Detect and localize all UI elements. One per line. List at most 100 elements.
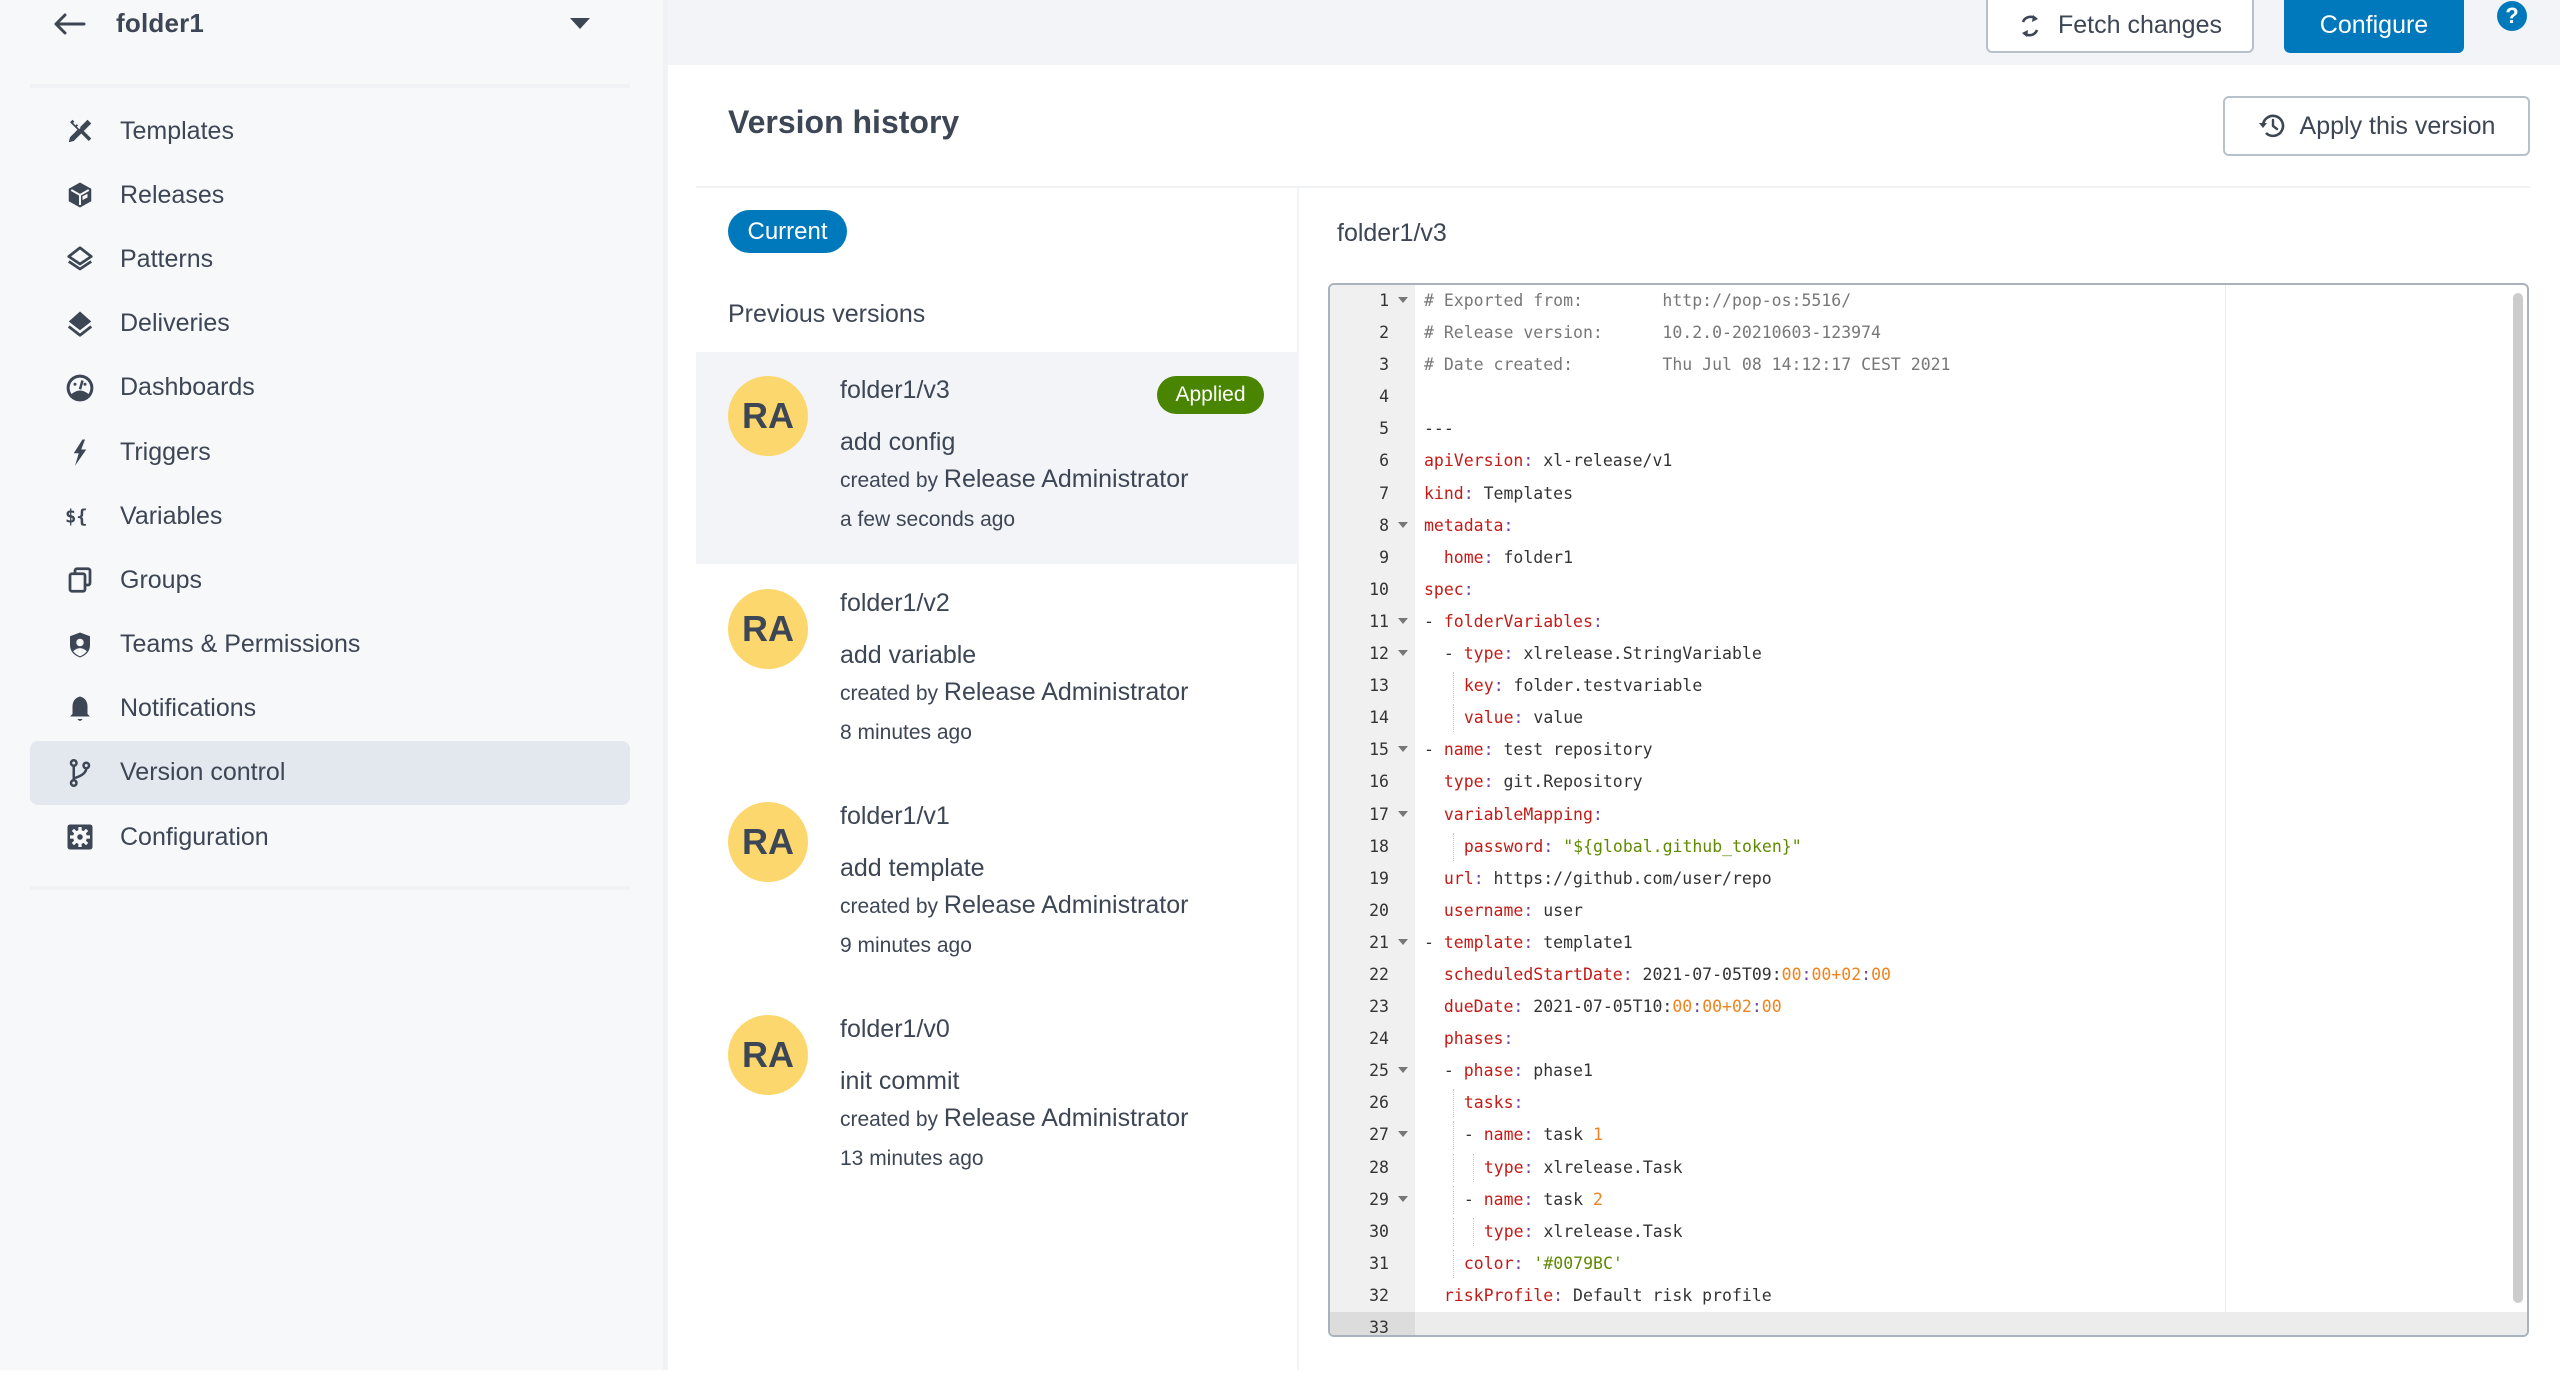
code-line[interactable]: 16 type: git.Repository [1330,766,2527,798]
code-token: xlrelease.Task [1533,1221,1683,1241]
code-text: username: user [1424,895,1583,927]
code-line[interactable]: 5 --- [1330,413,2527,445]
back-button[interactable] [50,6,90,46]
triggers-icon [64,436,96,468]
code-line[interactable]: 31 color: '#0079BC' [1330,1248,2527,1280]
code-line[interactable]: 33 [1330,1312,2527,1335]
code-text: - folderVariables: [1424,606,1603,638]
code-token: kind [1424,483,1464,503]
version-list-item[interactable]: RA folder1/v1 add template created by Re… [696,778,1297,990]
sidebar-item-dashboards[interactable]: Dashboards [30,356,630,420]
code-token: # Release version: 10.2.0-20210603-12397… [1424,323,1881,343]
code-line[interactable]: 3 # Date created: Thu Jul 08 14:12:17 CES… [1330,349,2527,381]
fold-toggle-icon[interactable] [1398,650,1408,657]
fold-toggle-icon[interactable] [1398,1067,1408,1074]
code-line[interactable]: 13 key: folder.testvariable [1330,670,2527,702]
editor-scrollbar[interactable] [2513,293,2523,1303]
code-line[interactable]: 4 [1330,381,2527,413]
version-control-icon [64,757,96,789]
code-line[interactable]: 23 dueDate: 2021-07-05T10:00:00+02:00 [1330,991,2527,1023]
code-line[interactable]: 29 - name: task 2 [1330,1184,2527,1216]
code-token: type [1483,1157,1524,1177]
code-line[interactable]: 21- template: template1 [1330,927,2527,959]
code-line[interactable]: 24 phases: [1330,1023,2527,1055]
yaml-code-editor[interactable]: 1 # Exported from: http://pop-os:5516/2 # … [1328,283,2529,1337]
current-version-badge[interactable]: Current [728,210,847,253]
fold-toggle-icon[interactable] [1398,810,1408,817]
code-line[interactable]: 30 type: xlrelease.Task [1330,1216,2527,1248]
code-token: 2021-07-05T10: [1523,997,1673,1017]
sidebar-item-notifications[interactable]: Notifications [30,677,630,741]
created-by-prefix: created by [840,469,939,492]
code-line[interactable]: 15- name: test repository [1330,734,2527,766]
version-list-item[interactable]: RA folder1/v2 add variable created by Re… [696,565,1297,777]
sidebar-item-variables[interactable]: ${ Variables [30,484,630,548]
code-line[interactable]: 27 - name: task 1 [1330,1119,2527,1151]
code-line[interactable]: 14 value: value [1330,702,2527,734]
code-line[interactable]: 20 username: user [1330,895,2527,927]
code-text: metadata: [1424,510,1513,542]
code-line[interactable]: 1 # Exported from: http://pop-os:5516/ [1330,285,2527,317]
code-line[interactable]: 10 spec: [1330,574,2527,606]
code-token: # Exported from: http://pop-os:5516/ [1424,291,1852,310]
code-line[interactable]: 11- folderVariables: [1330,606,2527,638]
fold-toggle-icon[interactable] [1398,297,1408,303]
fold-toggle-icon[interactable] [1398,746,1408,753]
code-text: phases: [1424,1023,1514,1055]
sidebar-item-deliveries[interactable]: Deliveries [30,292,630,356]
templates-icon [64,115,96,147]
apply-version-button[interactable]: Apply this version [2223,96,2530,156]
code-line[interactable]: 12 - type: xlrelease.StringVariable [1330,638,2527,670]
code-text: color: '#0079BC' [1424,1248,1623,1280]
created-by-prefix: created by [840,895,939,918]
version-message: init commit [840,1067,960,1095]
version-list-item[interactable]: RA folder1/v0 init commit created by Rel… [696,991,1297,1203]
code-line[interactable]: 19 url: https://github.com/user/repo [1330,863,2527,895]
help-icon[interactable]: ? [2497,1,2527,31]
code-token: : [1493,676,1504,696]
fold-toggle-icon[interactable] [1398,1195,1408,1202]
fold-toggle-icon[interactable] [1398,521,1408,528]
sidebar-item-label: Deliveries [120,309,230,338]
configure-button[interactable]: Configure [2284,0,2464,53]
fold-toggle-icon[interactable] [1398,617,1408,624]
code-line[interactable]: 17 variableMapping: [1330,799,2527,831]
code-line[interactable]: 28 type: xlrelease.Task [1330,1152,2527,1184]
sidebar-item-groups[interactable]: Groups [30,548,630,612]
code-token: : [1751,997,1762,1017]
code-token: xlrelease.StringVariable [1513,644,1762,664]
version-author: created by Release Administrator [840,1104,1188,1133]
code-line[interactable]: 26 tasks: [1330,1087,2527,1119]
code-line[interactable]: 9 home: folder1 [1330,542,2527,574]
sidebar-item-releases[interactable]: Releases [30,163,630,227]
sidebar-item-configuration[interactable]: Configuration [30,805,630,869]
sidebar-item-teams-permissions[interactable]: Teams & Permissions [30,613,630,677]
sidebar-item-triggers[interactable]: Triggers [30,420,630,484]
code-token: type [1463,644,1504,664]
fold-toggle-icon[interactable] [1398,938,1408,945]
code-line[interactable]: 32 riskProfile: Default risk profile [1330,1280,2527,1312]
fold-toggle-icon[interactable] [1398,1131,1408,1138]
folder-name[interactable]: folder1 [116,8,204,39]
sidebar-item-label: Dashboards [120,373,255,402]
code-line[interactable]: 18 password: "${global.github_token}" [1330,831,2527,863]
code-line[interactable]: 22 scheduledStartDate: 2021-07-05T09:00:… [1330,959,2527,991]
code-token: name [1483,1125,1524,1145]
caret-down-icon[interactable] [570,18,590,29]
code-token: --- [1424,419,1454,439]
sidebar-item-version-control[interactable]: Version control [30,740,630,806]
code-line[interactable]: 8 metadata: [1330,510,2527,542]
fetch-changes-label: Fetch changes [2058,11,2222,39]
version-list-item[interactable]: RA folder1/v3 Applied add config created… [696,352,1297,564]
code-line[interactable]: 25 - phase: phase1 [1330,1055,2527,1087]
code-token: dueDate [1443,997,1514,1017]
fetch-changes-button[interactable]: Fetch changes [1986,0,2254,53]
sidebar-item-templates[interactable]: Templates [30,99,630,163]
code-line[interactable]: 2 # Release version: 10.2.0-20210603-1239… [1330,317,2527,349]
code-line[interactable]: 6 apiVersion: xl-release/v1 [1330,445,2527,477]
sidebar-item-patterns[interactable]: Patterns [30,227,630,291]
code-line[interactable]: 7 kind: Templates [1330,478,2527,510]
